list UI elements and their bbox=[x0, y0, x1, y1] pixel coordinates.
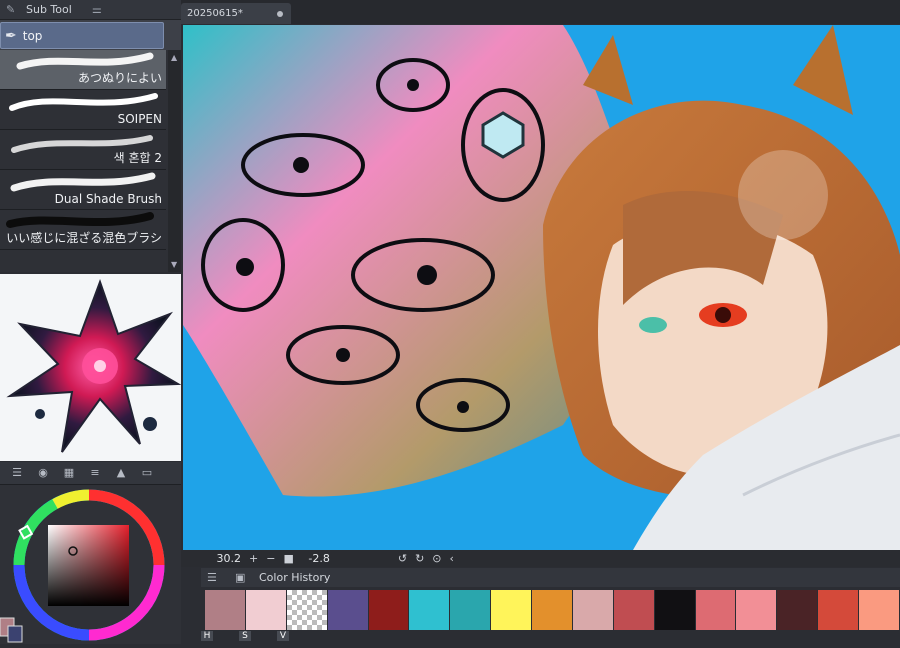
hsv-labels: H S V bbox=[201, 631, 321, 644]
drawing-canvas[interactable] bbox=[183, 25, 900, 550]
navigator-bar: 30.2 + − ■ -2.8 ↺ ↻ ⊙ ‹ bbox=[181, 550, 900, 567]
color-swatch[interactable] bbox=[736, 590, 778, 630]
brush-item[interactable]: SOIPEN bbox=[0, 90, 166, 130]
color-swatch[interactable] bbox=[818, 590, 859, 630]
zoom-out-icon[interactable]: − bbox=[266, 552, 275, 565]
color-swatch[interactable] bbox=[245, 590, 287, 630]
color-swatch[interactable] bbox=[368, 590, 410, 630]
brush-name: Dual Shade Brush bbox=[54, 192, 162, 206]
brush-list-scrollbar[interactable]: ▲ ▼ bbox=[168, 50, 181, 272]
subtool-panel-header: ✎ Sub Tool ⚌ bbox=[0, 0, 181, 20]
document-tab[interactable]: 20250615* bbox=[181, 3, 291, 24]
fit-square-icon[interactable]: ■ bbox=[283, 552, 293, 565]
slider-tab-icon[interactable]: ≡ bbox=[86, 466, 104, 480]
color-swatch[interactable] bbox=[327, 590, 369, 630]
pen-icon: ✒ bbox=[5, 27, 17, 44]
color-swatch[interactable] bbox=[777, 590, 819, 630]
rotate-left-icon[interactable]: ↺ bbox=[398, 552, 407, 565]
color-wheel-panel bbox=[0, 485, 181, 644]
scroll-up-icon[interactable]: ▲ bbox=[171, 53, 177, 62]
value-label: V bbox=[277, 631, 289, 641]
color-swatch[interactable] bbox=[695, 590, 737, 630]
rotate-right-icon[interactable]: ↻ bbox=[415, 552, 424, 565]
history-side-strip bbox=[181, 568, 201, 644]
collapse-arrow-icon[interactable]: ‹ bbox=[450, 552, 454, 565]
hue-label: H bbox=[201, 631, 213, 641]
brush-item[interactable]: いい感じに混ざる混色ブラシ bbox=[0, 210, 166, 250]
color-history-swatches bbox=[205, 590, 900, 630]
approx-color-tab-icon[interactable]: ▭ bbox=[138, 466, 156, 480]
brush-name: あつぬりによい bbox=[77, 71, 162, 85]
scroll-down-icon[interactable]: ▼ bbox=[171, 260, 177, 269]
brush-item[interactable]: Dual Shade Brush bbox=[0, 170, 166, 210]
subtool-group-label: top bbox=[22, 28, 43, 43]
saturation-label: S bbox=[239, 631, 251, 641]
color-swatch[interactable] bbox=[286, 590, 328, 630]
artwork bbox=[183, 25, 900, 550]
color-swatch[interactable] bbox=[572, 590, 614, 630]
settings-slider-icon[interactable]: ⚌ bbox=[92, 3, 108, 17]
zoom-in-icon[interactable]: + bbox=[249, 552, 258, 565]
zoom-value[interactable]: 30.2 bbox=[181, 552, 242, 565]
color-history-title: Color History bbox=[259, 571, 331, 584]
color-swatch[interactable] bbox=[205, 590, 246, 630]
document-tab-title: 20250615* bbox=[187, 8, 243, 19]
color-swatch[interactable] bbox=[654, 590, 696, 630]
color-panel-toolbar: ☰ ◉ ▦ ≡ ▲ ▭ bbox=[0, 462, 181, 485]
color-set-tab-icon[interactable]: ▦ bbox=[60, 466, 78, 480]
color-history-header: ☰ ▣ Color History bbox=[201, 568, 900, 587]
subtool-title: Sub Tool bbox=[26, 3, 72, 16]
color-swatch[interactable] bbox=[491, 590, 532, 630]
unsaved-dot-icon bbox=[277, 10, 283, 17]
brush-name: SOIPEN bbox=[117, 112, 162, 126]
brush-list: あつぬりによい SOIPEN 색 혼합 2 Dual Shade Brush い… bbox=[0, 50, 168, 272]
color-swatch[interactable] bbox=[613, 590, 655, 630]
intermediate-color-tab-icon[interactable]: ▲ bbox=[112, 466, 130, 480]
color-swatch[interactable] bbox=[859, 590, 900, 630]
rotation-value[interactable]: -2.8 bbox=[294, 552, 329, 565]
film-icon: ▣ bbox=[235, 570, 246, 584]
brush-name: いい感じに混ざる混色ブラシ bbox=[6, 231, 162, 245]
brush-item[interactable]: あつぬりによい bbox=[0, 50, 166, 90]
splatter-preview-graphic bbox=[6, 279, 181, 453]
menu-icon[interactable]: ☰ bbox=[8, 466, 26, 480]
subtool-group-selector[interactable]: ✒ top bbox=[0, 22, 164, 49]
menu-icon[interactable]: ☰ bbox=[207, 571, 225, 585]
color-swatch[interactable] bbox=[409, 590, 451, 630]
brush-preview-image bbox=[0, 274, 181, 461]
color-wheel-tab-icon[interactable]: ◉ bbox=[34, 466, 52, 480]
color-swatch[interactable] bbox=[532, 590, 573, 630]
brush-tool-icon[interactable]: ✎ bbox=[6, 3, 22, 17]
color-swatch[interactable] bbox=[450, 590, 492, 630]
color-wheel[interactable] bbox=[0, 485, 181, 644]
brush-name: 색 혼합 2 bbox=[113, 151, 162, 165]
reset-rotation-icon[interactable]: ⊙ bbox=[432, 552, 441, 565]
brush-item[interactable]: 색 혼합 2 bbox=[0, 130, 166, 170]
